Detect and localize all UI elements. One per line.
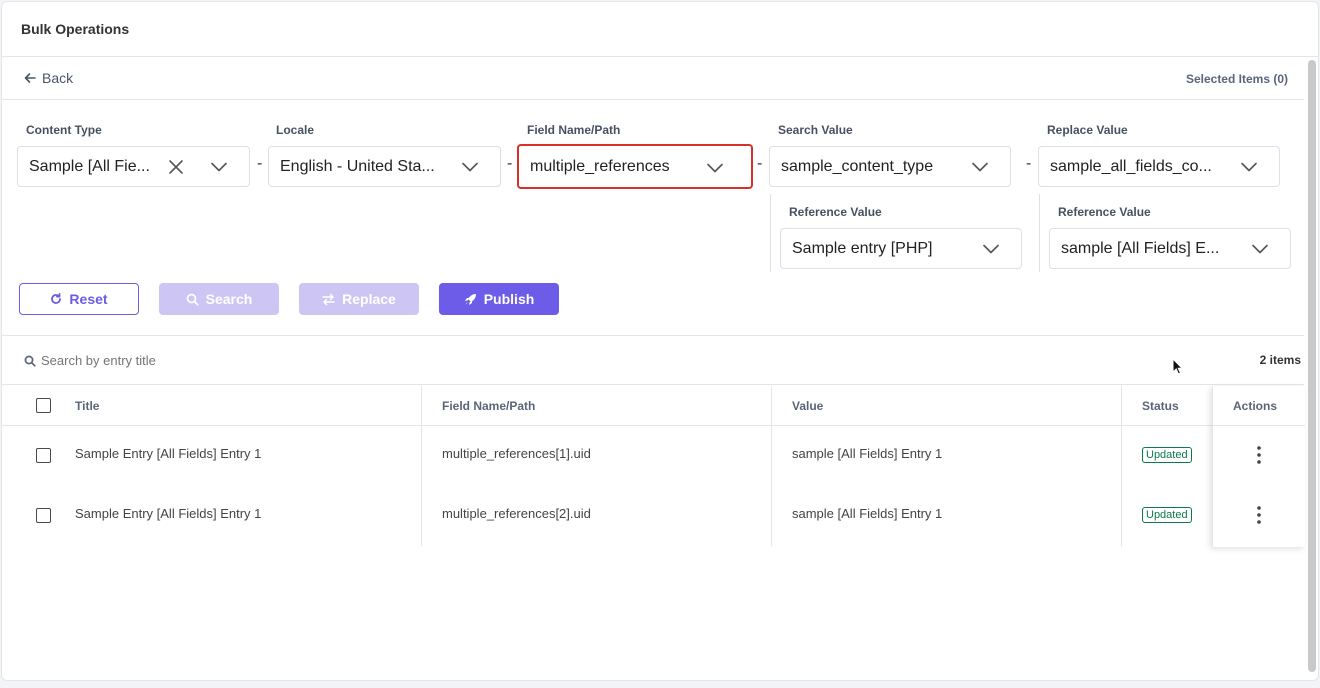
replace-button[interactable]: Replace: [299, 283, 419, 315]
content-type-select[interactable]: Sample [All Fie...: [17, 146, 250, 187]
publish-button[interactable]: Publish: [439, 283, 559, 315]
status-badge: Updated: [1142, 447, 1192, 463]
separator-dash: -: [257, 155, 263, 172]
selected-items-count: Selected Items (0): [1185, 72, 1288, 86]
row-title: Sample Entry [All Fields] Entry 1: [75, 446, 262, 461]
row-value: sample [All Fields] Entry 1: [792, 506, 943, 521]
search-reference-select[interactable]: Sample entry [PHP]: [780, 228, 1022, 269]
locale-value: English - United Sta...: [280, 157, 435, 175]
locale-label: Locale: [276, 123, 315, 137]
row-field-name: multiple_references[1].uid: [442, 446, 591, 461]
reference-divider: [1039, 194, 1040, 272]
rocket-icon: [464, 293, 476, 305]
chevron-down-icon: [1252, 244, 1268, 254]
back-button[interactable]: Back: [24, 70, 73, 86]
chevron-down-icon: [211, 162, 227, 172]
replace-value-value: sample_all_fields_co...: [1050, 157, 1212, 175]
field-name-value: multiple_references: [530, 157, 670, 175]
replace-label: Replace: [342, 291, 396, 307]
chevron-down-icon: [707, 163, 723, 173]
chevron-down-icon: [462, 162, 478, 172]
items-count: 2 items: [1259, 353, 1301, 367]
bulk-operations-panel: Bulk Operations Back Selected Items (0) …: [1, 1, 1319, 681]
replace-value-select[interactable]: sample_all_fields_co...: [1038, 146, 1280, 187]
section-divider: [2, 335, 1304, 336]
actions-header-divider: [1213, 425, 1305, 426]
content-type-value: Sample [All Fie...: [29, 157, 150, 175]
replace-value-label: Replace Value: [1047, 123, 1128, 137]
table-row[interactable]: Sample Entry [All Fields] Entry 1 multip…: [2, 486, 1304, 546]
search-reference-label: Reference Value: [789, 205, 882, 219]
clear-icon[interactable]: [168, 159, 184, 175]
status-badge: Updated: [1142, 507, 1192, 523]
replace-reference-select[interactable]: sample [All Fields] E...: [1049, 228, 1291, 269]
mouse-cursor-icon: [1172, 358, 1184, 375]
reset-button[interactable]: Reset: [19, 283, 139, 315]
column-field-name: Field Name/Path: [442, 399, 536, 413]
separator-dash: -: [1026, 155, 1032, 172]
field-name-select[interactable]: multiple_references: [517, 144, 753, 189]
select-all-checkbox[interactable]: [36, 398, 51, 413]
more-vertical-icon[interactable]: [1251, 444, 1267, 466]
row-checkbox[interactable]: [36, 508, 51, 523]
replace-reference-value: sample [All Fields] E...: [1061, 239, 1220, 257]
search-icon: [186, 293, 199, 306]
chevron-down-icon: [983, 244, 999, 254]
search-value-select[interactable]: sample_content_type: [769, 146, 1011, 187]
row-title: Sample Entry [All Fields] Entry 1: [75, 506, 262, 521]
search-button[interactable]: Search: [159, 283, 279, 315]
search-value-value: sample_content_type: [781, 157, 934, 175]
separator-dash: -: [757, 155, 763, 172]
nav-bar: Back Selected Items (0): [2, 58, 1304, 100]
row-value: sample [All Fields] Entry 1: [792, 446, 943, 461]
locale-select[interactable]: English - United Sta...: [268, 146, 501, 187]
reset-label: Reset: [69, 291, 108, 307]
panel-header: Bulk Operations: [2, 2, 1318, 57]
chevron-down-icon: [1241, 162, 1257, 172]
back-label: Back: [42, 70, 74, 86]
refresh-icon: [51, 293, 62, 304]
row-field-name: multiple_references[2].uid: [442, 506, 591, 521]
table-header: Title Field Name/Path Value Status: [2, 386, 1304, 426]
column-value: Value: [792, 399, 824, 413]
arrow-left-icon: [24, 73, 36, 83]
column-actions: Actions: [1233, 399, 1278, 413]
search-value-label: Search Value: [778, 123, 853, 137]
table-search-bar: 2 items: [2, 337, 1304, 385]
search-label: Search: [205, 291, 253, 307]
field-name-label: Field Name/Path: [527, 123, 621, 137]
row-checkbox[interactable]: [36, 448, 51, 463]
column-title: Title: [75, 399, 100, 413]
search-icon: [24, 355, 36, 367]
entry-search-input[interactable]: [41, 353, 341, 368]
more-vertical-icon[interactable]: [1251, 504, 1267, 526]
content-type-label: Content Type: [26, 123, 102, 137]
chevron-down-icon: [972, 162, 988, 172]
page-title: Bulk Operations: [21, 21, 130, 37]
table-row[interactable]: Sample Entry [All Fields] Entry 1 multip…: [2, 426, 1304, 486]
actions-column: Actions: [1212, 386, 1305, 547]
replace-reference-label: Reference Value: [1058, 205, 1151, 219]
search-reference-value: Sample entry [PHP]: [792, 239, 933, 257]
vertical-scrollbar[interactable]: [1308, 60, 1316, 672]
reference-divider: [770, 194, 771, 272]
column-status: Status: [1142, 399, 1179, 413]
separator-dash: -: [507, 155, 513, 172]
publish-label: Publish: [483, 291, 535, 307]
swap-icon: [322, 293, 335, 305]
